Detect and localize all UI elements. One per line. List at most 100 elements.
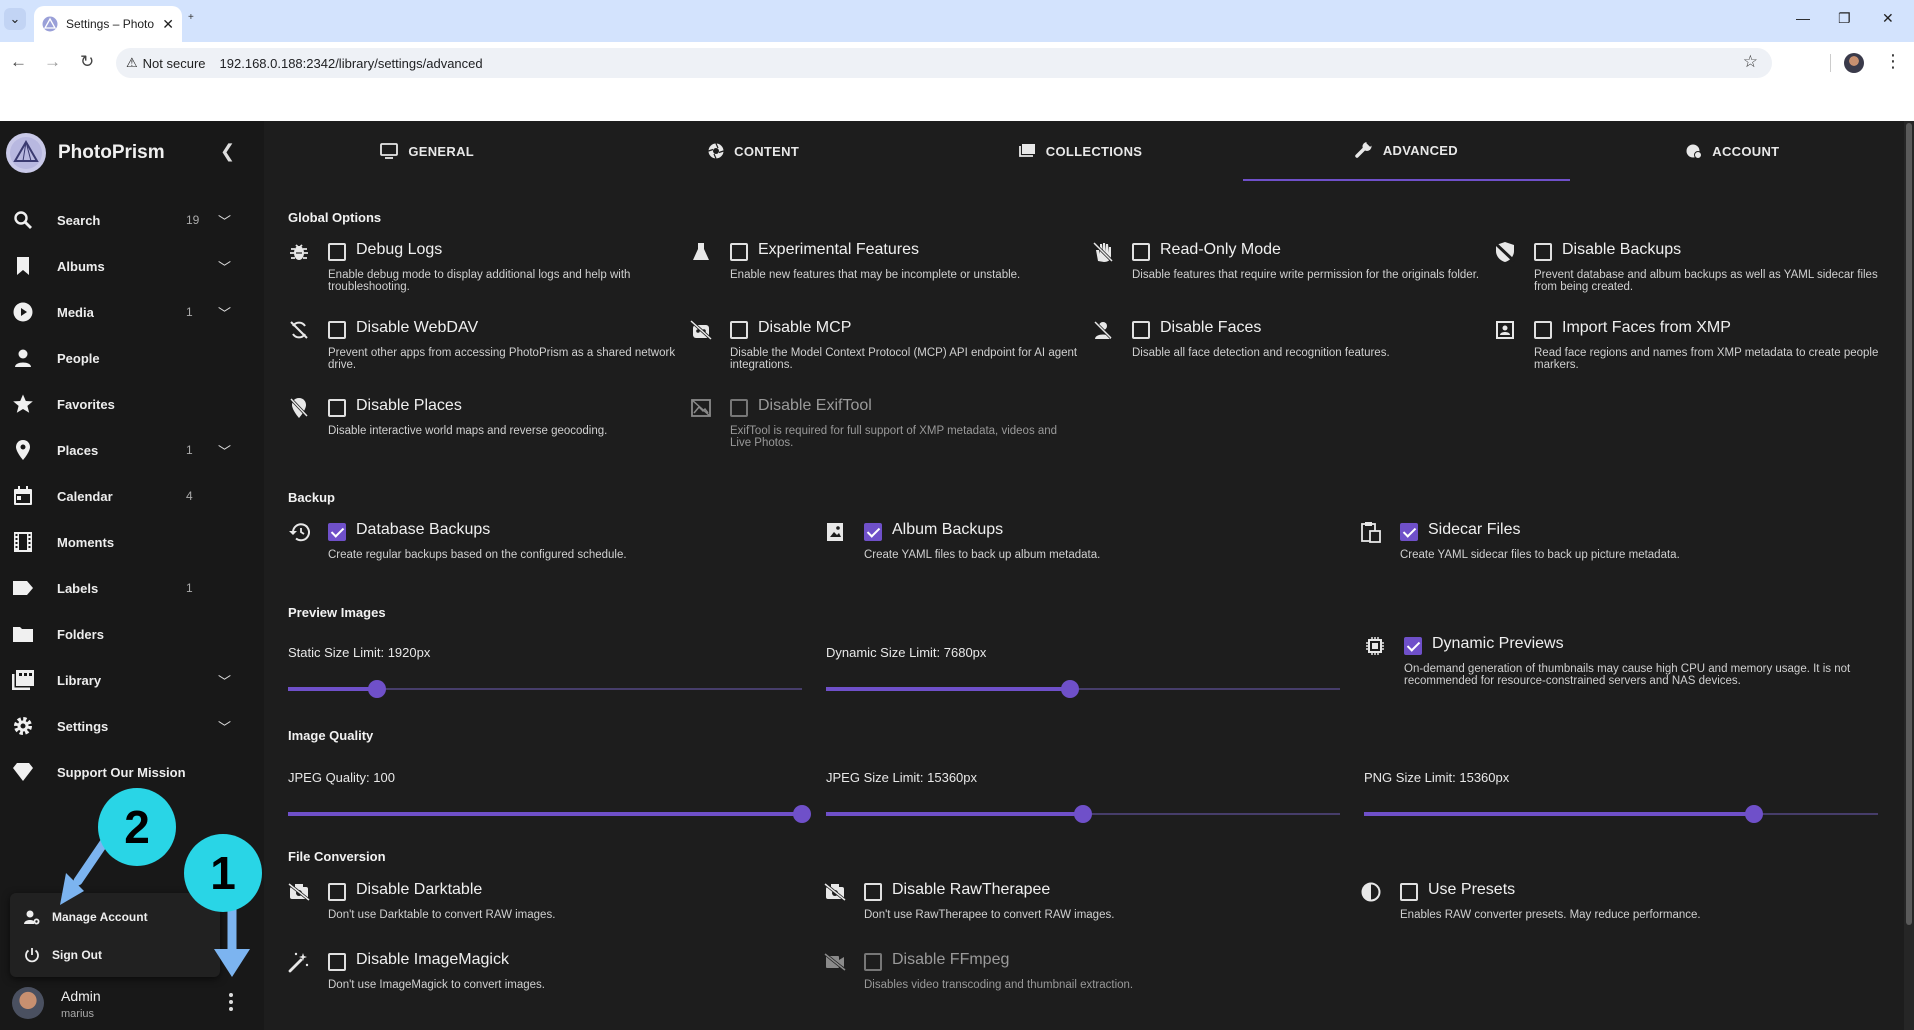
sidebar-item-favorites[interactable]: Favorites: [0, 381, 264, 427]
disable-backups-checkbox[interactable]: [1534, 243, 1552, 261]
disable-mcp-checkbox[interactable]: [730, 321, 748, 339]
database-backups-checkbox[interactable]: [328, 523, 346, 541]
sidecar-files-checkbox[interactable]: [1400, 523, 1418, 541]
scrollbar-thumb[interactable]: [1906, 123, 1912, 925]
option-title[interactable]: Disable Darktable: [356, 881, 482, 899]
tab-search-button[interactable]: ⌄: [4, 8, 26, 30]
use-presets-checkbox[interactable]: [1400, 883, 1418, 901]
forward-icon[interactable]: →: [44, 52, 61, 72]
sidebar-item-media[interactable]: Media 1 ﹀: [0, 289, 264, 335]
disable-ffmpeg-checkbox[interactable]: [864, 953, 882, 971]
tab-general[interactable]: GENERAL: [264, 121, 590, 181]
option-title[interactable]: Disable Faces: [1160, 319, 1261, 337]
sidebar-item-settings[interactable]: Settings ﹀: [0, 703, 264, 749]
tab-account[interactable]: ACCOUNT: [1570, 121, 1896, 181]
sign-out-item[interactable]: Sign Out: [24, 947, 102, 963]
url-text[interactable]: 192.168.0.188:2342/library/settings/adva…: [220, 56, 483, 71]
manage-account-item[interactable]: Manage Account: [24, 909, 148, 925]
chevron-down-icon[interactable]: ﹀: [218, 671, 231, 690]
chevron-down-icon[interactable]: ﹀: [218, 303, 231, 322]
sidebar-item-labels[interactable]: Labels 1: [0, 565, 264, 611]
option-title[interactable]: Album Backups: [892, 521, 1003, 539]
sidebar-item-moments[interactable]: Moments: [0, 519, 264, 565]
user-menu-kebab-icon[interactable]: [226, 993, 236, 1013]
option-title[interactable]: Disable FFmpeg: [892, 951, 1009, 969]
slider-thumb[interactable]: [1074, 805, 1092, 823]
disable-exiftool-checkbox[interactable]: [730, 399, 748, 417]
tab-content[interactable]: CONTENT: [590, 121, 916, 181]
disable-faces-checkbox[interactable]: [1132, 321, 1150, 339]
page-scrollbar[interactable]: [1904, 121, 1914, 1030]
chevron-down-icon[interactable]: ﹀: [218, 211, 231, 230]
option-title[interactable]: Disable ImageMagick: [356, 951, 509, 969]
option-title[interactable]: Disable Places: [356, 397, 462, 415]
restore-icon[interactable]: ❐: [1838, 10, 1851, 27]
dynamic-size-slider[interactable]: [826, 680, 1340, 698]
chevron-down-icon[interactable]: ﹀: [218, 257, 231, 276]
debug-logs-checkbox[interactable]: [328, 243, 346, 261]
option-title[interactable]: Debug Logs: [356, 241, 442, 259]
option-title[interactable]: Read-Only Mode: [1160, 241, 1281, 259]
disable-places-checkbox[interactable]: [328, 399, 346, 417]
browser-tab[interactable]: Settings – PhotoPrism ✕: [34, 6, 182, 42]
slider-thumb[interactable]: [793, 805, 811, 823]
library-icon: [12, 669, 34, 691]
collapse-sidebar-icon[interactable]: ❮: [220, 141, 235, 162]
tab-collections[interactable]: COLLECTIONS: [917, 121, 1243, 181]
import-faces-xmp-checkbox[interactable]: [1534, 321, 1552, 339]
disable-webdav-checkbox[interactable]: [328, 321, 346, 339]
sidebar-item-people[interactable]: People: [0, 335, 264, 381]
sidebar-item-albums[interactable]: Albums ﹀: [0, 243, 264, 289]
warning-icon[interactable]: ⚠: [126, 55, 138, 71]
back-icon[interactable]: ←: [10, 52, 27, 72]
address-bar[interactable]: ⚠ Not secure 192.168.0.188:2342/library/…: [116, 48, 1772, 78]
static-size-slider[interactable]: [288, 680, 802, 698]
chevron-down-icon[interactable]: ﹀: [218, 717, 231, 736]
option-title[interactable]: Disable MCP: [758, 319, 851, 337]
disable-imagemagick-checkbox[interactable]: [328, 953, 346, 971]
slider-thumb[interactable]: [1061, 680, 1080, 698]
sidebar-item-folders[interactable]: Folders: [0, 611, 264, 657]
tab-advanced[interactable]: ADVANCED: [1243, 121, 1570, 181]
disable-rawtherapee-checkbox[interactable]: [864, 883, 882, 901]
disable-darktable-checkbox[interactable]: [328, 883, 346, 901]
option-title[interactable]: Database Backups: [356, 521, 490, 539]
chevron-down-icon[interactable]: ﹀: [218, 441, 231, 460]
close-tab-icon[interactable]: ✕: [162, 16, 174, 33]
dynamic-previews-checkbox[interactable]: [1404, 637, 1422, 655]
option-title[interactable]: Use Presets: [1428, 881, 1515, 899]
sidebar-item-library[interactable]: Library ﹀: [0, 657, 264, 703]
option-title[interactable]: Disable WebDAV: [356, 319, 478, 337]
sidebar-item-search[interactable]: Search 19 ﹀: [0, 197, 264, 243]
browser-profile-avatar[interactable]: [1844, 53, 1864, 73]
sidebar-item-places[interactable]: Places 1 ﹀: [0, 427, 264, 473]
option-title[interactable]: Disable ExifTool: [758, 397, 872, 415]
option-title[interactable]: Import Faces from XMP: [1562, 319, 1731, 337]
close-window-icon[interactable]: ✕: [1882, 10, 1894, 27]
tab-label: CONTENT: [734, 143, 800, 159]
read-only-mode-checkbox[interactable]: [1132, 243, 1150, 261]
album-backups-checkbox[interactable]: [864, 523, 882, 541]
option-title[interactable]: Dynamic Previews: [1432, 635, 1564, 653]
option-title[interactable]: Disable Backups: [1562, 241, 1681, 259]
camera-off-icon: [824, 881, 846, 903]
new-tab-button[interactable]: +: [188, 12, 194, 23]
sidebar-item-calendar[interactable]: Calendar 4: [0, 473, 264, 519]
slider-thumb[interactable]: [1745, 805, 1764, 823]
experimental-features-checkbox[interactable]: [730, 243, 748, 261]
option-description: Prevent other apps from accessing PhotoP…: [328, 347, 676, 371]
option-title[interactable]: Disable RawTherapee: [892, 881, 1050, 899]
bookmark-star-icon[interactable]: ☆: [1743, 52, 1758, 72]
option-title[interactable]: Experimental Features: [758, 241, 919, 259]
browser-menu-icon[interactable]: ⋮: [1884, 51, 1902, 72]
option-title[interactable]: Sidecar Files: [1428, 521, 1520, 539]
jpeg-quality-slider[interactable]: [288, 805, 811, 823]
png-size-slider[interactable]: [1364, 805, 1878, 823]
brand[interactable]: PhotoPrism: [6, 133, 165, 173]
avatar[interactable]: [12, 987, 44, 1019]
reload-icon[interactable]: ↻: [80, 52, 94, 72]
jpeg-size-slider[interactable]: [826, 805, 1340, 823]
minimize-icon[interactable]: —: [1796, 10, 1810, 26]
not-secure-label[interactable]: Not secure: [143, 56, 206, 71]
slider-thumb[interactable]: [367, 680, 386, 698]
